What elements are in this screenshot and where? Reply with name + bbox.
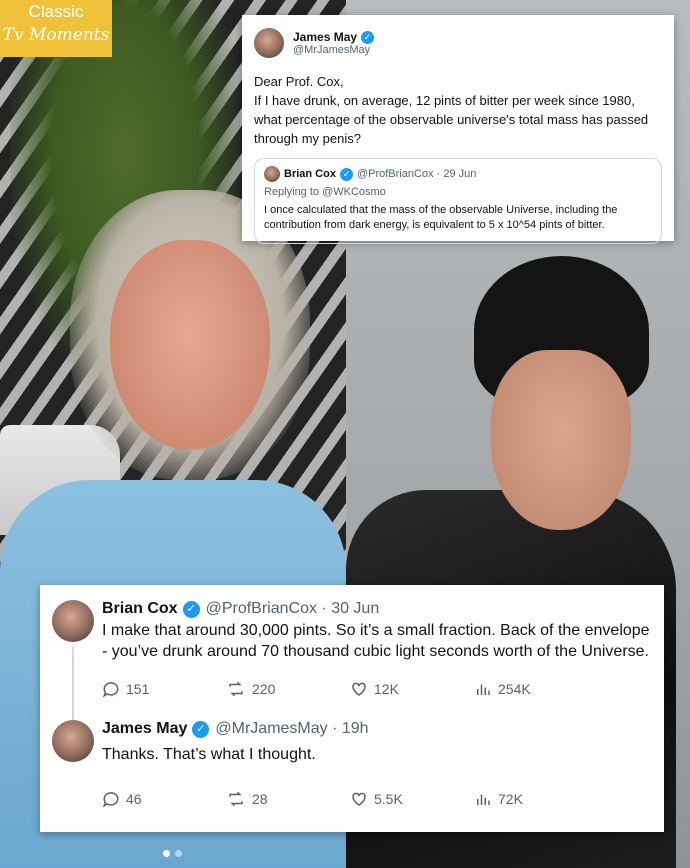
views-button[interactable]: 254K [474, 680, 598, 698]
logo-line1: Classic [28, 2, 84, 21]
tweet-header: James May ✓ @MrJamesMay [254, 28, 662, 58]
tweet-text: Dear Prof. Cox, If I have drunk, on aver… [254, 74, 649, 146]
tweet-actions: 46 28 5.5K 72K [102, 790, 652, 808]
avatar[interactable] [52, 720, 94, 762]
repost-count: 28 [252, 791, 268, 807]
tweet-text: I make that around 30,000 pints. So it’s… [102, 622, 650, 660]
author-name[interactable]: James May [293, 30, 357, 44]
brian-cox-face [491, 350, 631, 530]
tweet-actions: 151 220 12K 254K [102, 680, 652, 698]
heart-icon [352, 792, 366, 806]
heart-icon [352, 682, 366, 696]
quoted-text: I once calculated that the mass of the o… [264, 204, 618, 231]
repost-count: 220 [252, 681, 276, 697]
top-tweet-card: James May ✓ @MrJamesMay Dear Prof. Cox, … [242, 15, 674, 244]
verified-badge-icon: ✓ [192, 720, 210, 738]
tweet-text: Thanks. That’s what I thought. [102, 746, 316, 763]
author-handle[interactable]: @MrJamesMay [293, 44, 374, 56]
repost-button[interactable]: 28 [226, 790, 350, 808]
verified-badge-icon: ✓ [339, 167, 353, 181]
verified-badge-icon: ✓ [361, 30, 375, 44]
thread-tweet: James May ✓ @MrJamesMay · 19h Thanks. Th… [52, 720, 652, 808]
author-handle-time[interactable]: @MrJamesMay · 19h [215, 720, 368, 738]
author-handle-time[interactable]: @ProfBrianCox · 30 Jun [206, 600, 380, 618]
like-button[interactable]: 5.5K [350, 790, 474, 808]
quoted-handle-time: @ProfBrianCox · 29 Jun [356, 168, 477, 180]
thread-tweet: Brian Cox ✓ @ProfBrianCox · 30 Jun I mak… [52, 600, 652, 747]
author-name[interactable]: James May [102, 720, 187, 738]
carousel-dot[interactable] [175, 850, 182, 857]
reply-icon [102, 792, 119, 808]
like-count: 5.5K [374, 791, 403, 807]
views-button[interactable]: 72K [474, 790, 598, 808]
reply-count: 46 [126, 791, 142, 807]
like-count: 12K [374, 681, 399, 697]
thread-card: Brian Cox ✓ @ProfBrianCox · 30 Jun I mak… [40, 585, 664, 832]
replying-to: Replying to @WKCosmo [264, 186, 386, 198]
view-count: 72K [498, 791, 523, 807]
carousel-indicator[interactable] [163, 850, 187, 857]
reply-count: 151 [126, 681, 150, 697]
view-count: 254K [498, 681, 531, 697]
repost-icon [229, 791, 243, 807]
logo-line2: Tv Moments [2, 25, 110, 45]
quoted-tweet[interactable]: Brian Cox ✓ @ProfBrianCox · 29 Jun Reply… [254, 158, 662, 244]
avatar[interactable] [52, 600, 94, 642]
reply-button[interactable]: 151 [102, 680, 226, 698]
author-name[interactable]: Brian Cox [102, 600, 178, 618]
views-icon [477, 684, 490, 695]
verified-badge-icon: ✓ [182, 600, 200, 618]
avatar[interactable] [254, 28, 284, 58]
classic-tv-moments-logo: Classic Tv Moments [0, 0, 112, 57]
views-icon [477, 794, 490, 805]
carousel-dot-active[interactable] [163, 850, 170, 857]
like-button[interactable]: 12K [350, 680, 474, 698]
repost-icon [229, 681, 243, 697]
james-may-face [110, 240, 270, 450]
reply-button[interactable]: 46 [102, 790, 226, 808]
quoted-author-name: Brian Cox [284, 168, 336, 180]
reply-icon [102, 682, 119, 698]
repost-button[interactable]: 220 [226, 680, 350, 698]
avatar [264, 166, 280, 182]
